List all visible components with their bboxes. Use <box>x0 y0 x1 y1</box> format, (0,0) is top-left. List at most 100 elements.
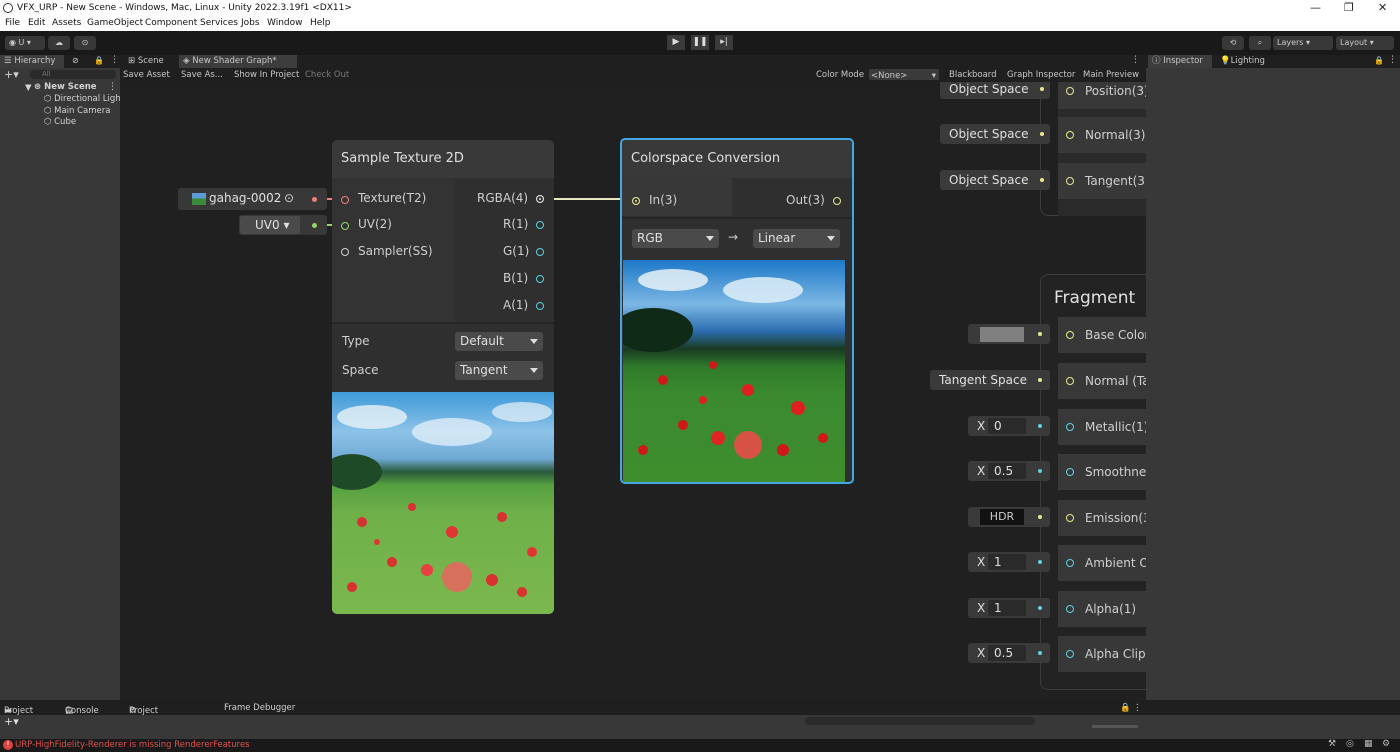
color-mode-dropdown[interactable]: <None> ▾ <box>869 69 939 81</box>
status-indicator-icon[interactable]: ⚙ <box>1382 739 1390 749</box>
menu-help[interactable]: Help <box>310 18 331 28</box>
tab-shader-graph[interactable]: ◈ New Shader Graph* <box>179 55 297 68</box>
metallic-port[interactable]: Metallic(1) <box>1058 409 1146 445</box>
menu-edit[interactable]: Edit <box>28 18 45 28</box>
alpha-clip-port[interactable]: Alpha Clip <box>1058 636 1146 672</box>
menu-services[interactable]: Services <box>200 18 238 28</box>
status-indicator-icon[interactable]: ⚒ <box>1328 739 1336 749</box>
type-dropdown[interactable]: Default <box>455 332 543 351</box>
hdr-color-field[interactable]: HDR <box>980 509 1024 525</box>
smoothness-input[interactable]: X 0.5 <box>968 461 1050 481</box>
hierarchy-search-input[interactable]: All <box>30 70 116 79</box>
play-icon[interactable]: ▶ <box>667 35 685 50</box>
blackboard-button[interactable]: Blackboard <box>949 70 997 80</box>
search-icon[interactable]: ⌕ <box>1249 36 1271 50</box>
normal-space-input[interactable]: Object Space <box>940 124 1050 144</box>
base-color-input[interactable] <box>968 324 1050 344</box>
space-dropdown[interactable]: Tangent <box>455 361 543 380</box>
lock-icon[interactable]: 🔒 <box>1374 56 1384 65</box>
normal-space-input[interactable]: Tangent Space <box>930 370 1050 390</box>
editor-more-icon[interactable]: ⋮ <box>1131 55 1140 65</box>
menu-window[interactable]: Window <box>267 18 303 28</box>
history-icon[interactable]: ⟲ <box>1222 36 1244 50</box>
to-colorspace-dropdown[interactable]: Linear <box>753 229 840 248</box>
alpha-clip-value-field[interactable]: 0.5 <box>988 645 1026 661</box>
ambient-occlusion-port[interactable]: Ambient O <box>1058 545 1146 581</box>
project-search-input[interactable] <box>805 717 1035 725</box>
scene-more-icon[interactable]: ⋮ <box>108 82 117 92</box>
status-message[interactable]: URP-HighFidelity-Renderer is missing Ren… <box>15 740 250 750</box>
uv-input[interactable]: UV0 ▾ <box>239 215 327 235</box>
layers-dropdown[interactable]: Layers ▾ <box>1273 36 1333 50</box>
uv-port[interactable] <box>341 222 349 230</box>
more-icon[interactable]: ⋮ <box>110 55 119 65</box>
emission-port[interactable]: Emission(3 <box>1058 500 1146 536</box>
tab-hierarchy[interactable]: ☰ Hierarchy <box>0 55 64 68</box>
add-icon[interactable]: +▾ <box>4 68 19 81</box>
menu-gameobject[interactable]: GameObject <box>87 18 143 28</box>
check-out-button[interactable]: Check Out <box>305 70 349 80</box>
zoom-slider[interactable] <box>1092 725 1138 728</box>
color-swatch[interactable] <box>980 327 1024 342</box>
out-port[interactable] <box>833 197 841 205</box>
collab-icon[interactable]: ⊙ <box>74 36 96 50</box>
from-colorspace-dropdown[interactable]: RGB <box>632 229 719 248</box>
tab-frame-debugger[interactable]: Frame Debugger <box>224 703 295 713</box>
base-color-port[interactable]: Base Color <box>1058 317 1146 353</box>
save-as-button[interactable]: Save As... <box>181 70 223 80</box>
menu-jobs[interactable]: Jobs <box>241 18 260 28</box>
smoothness-value-field[interactable]: 0.5 <box>988 463 1026 479</box>
menu-assets[interactable]: Assets <box>52 18 81 28</box>
alpha-value-field[interactable]: 1 <box>988 600 1026 616</box>
normal-port[interactable]: Normal(3) <box>1058 117 1146 153</box>
tab-lighting[interactable]: 💡Lighting <box>1216 55 1280 68</box>
in-port[interactable] <box>632 197 640 205</box>
alpha-clip-input[interactable]: X 0.5 <box>968 643 1050 663</box>
sampler-port[interactable] <box>341 248 349 256</box>
close-icon[interactable]: ✕ <box>1378 1 1387 14</box>
status-indicator-icon[interactable]: ▦ <box>1364 739 1373 749</box>
save-asset-button[interactable]: Save Asset <box>123 70 170 80</box>
colorspace-conversion-node[interactable]: Colorspace Conversion In(3) Out(3) RGB →… <box>620 138 854 484</box>
r-port[interactable] <box>536 221 544 229</box>
rgba-port[interactable] <box>536 195 544 203</box>
ao-value-field[interactable]: 1 <box>988 554 1026 570</box>
hierarchy-item[interactable]: ⬡ Main Camera <box>44 106 110 116</box>
tangent-port[interactable]: Tangent(3 <box>1058 163 1146 199</box>
normal-ts-port[interactable]: Normal (Ta <box>1058 363 1146 399</box>
expand-icon[interactable]: ▼ <box>25 83 32 93</box>
texture-port[interactable] <box>341 196 349 204</box>
pause-icon[interactable]: ❚❚ <box>691 35 709 50</box>
tangent-space-input[interactable]: Object Space <box>940 170 1050 190</box>
menu-file[interactable]: File <box>5 18 20 28</box>
object-picker-icon[interactable]: ⊙ <box>284 191 294 205</box>
b-port[interactable] <box>536 275 544 283</box>
more-icon[interactable]: ⋮ <box>1388 55 1397 65</box>
emission-input[interactable]: HDR <box>968 507 1050 527</box>
graph-canvas[interactable]: gahag-0002 ⊙ UV0 ▾ Sample Texture 2D Tex… <box>120 82 1146 700</box>
lock-icon[interactable]: 🔒 <box>94 56 104 65</box>
graph-inspector-button[interactable]: Graph Inspector <box>1007 70 1075 80</box>
minimize-icon[interactable]: — <box>1310 1 1321 14</box>
sample-texture-2d-node[interactable]: Sample Texture 2D Texture(T2) UV(2) Samp… <box>332 140 554 614</box>
account-button[interactable]: ◉ U ▾ <box>5 36 45 50</box>
alpha-port[interactable]: Alpha(1) <box>1058 591 1146 627</box>
cloud-icon[interactable]: ☁ <box>48 36 70 50</box>
alpha-input[interactable]: X1 <box>968 598 1050 618</box>
scene-root-item[interactable]: ⊛ New Scene <box>34 82 97 92</box>
position-port[interactable]: Position(3) <box>1058 82 1146 109</box>
lock-icon[interactable]: 🔒 <box>1120 703 1131 713</box>
more-icon[interactable]: ⋮ <box>1133 703 1142 713</box>
ao-input[interactable]: X1 <box>968 552 1050 572</box>
metallic-value-field[interactable]: 0 <box>988 418 1026 434</box>
maximize-icon[interactable]: ❐ <box>1344 1 1354 14</box>
tab-inspector[interactable]: ⓘ Inspector <box>1148 55 1212 68</box>
layout-dropdown[interactable]: Layout ▾ <box>1336 36 1394 50</box>
tab-scene[interactable]: ⊞ Scene <box>124 55 179 68</box>
uv-channel-dropdown[interactable]: UV0 ▾ <box>240 216 300 234</box>
add-icon[interactable]: +▾ <box>4 715 19 728</box>
toggle-icon[interactable]: ⊘ <box>72 56 79 65</box>
step-icon[interactable]: ▸| <box>715 35 733 50</box>
hierarchy-item[interactable]: ⬡ Directional Ligh <box>44 94 121 104</box>
texture-property-input[interactable]: gahag-0002 ⊙ <box>178 188 327 210</box>
